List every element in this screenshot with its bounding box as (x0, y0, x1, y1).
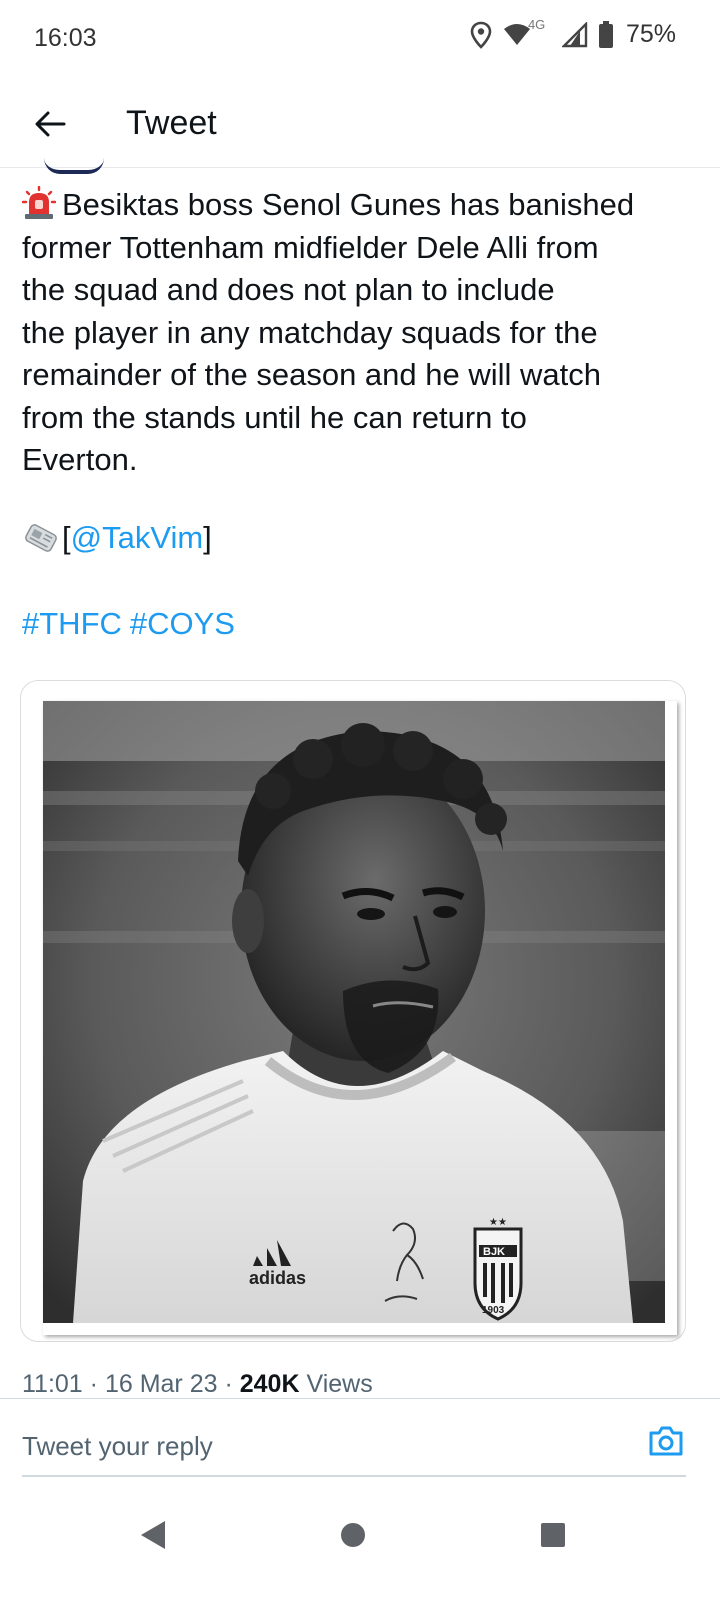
reply-bar: Tweet your reply (0, 1398, 720, 1478)
tweet-text: Besiktas boss Senol Gunes has banished f… (21, 184, 702, 482)
status-time: 16:03 (34, 24, 97, 52)
tweet-line: from the stands until he can return to (22, 399, 527, 435)
battery-icon (598, 20, 614, 49)
tweet-line: Besiktas boss Senol Gunes has banished (21, 184, 702, 227)
hashtag-link[interactable]: #THFC (22, 606, 122, 642)
nav-recents-icon (539, 1521, 567, 1554)
media-frame: adidas BJK 1903 ★★ (43, 701, 677, 1335)
badge-year: 1903 (482, 1305, 505, 1316)
tweet-media-card[interactable]: adidas BJK 1903 ★★ (20, 680, 686, 1342)
source-handle-link[interactable]: @TakVim (71, 520, 204, 556)
hashtag-link[interactable]: #COYS (130, 606, 235, 642)
status-bar: 16:03 4G 75% (0, 0, 720, 76)
tweet-line: the squad and does not plan to include (22, 272, 555, 307)
system-nav-bar (0, 1490, 720, 1600)
nav-home-button[interactable] (328, 1512, 378, 1562)
player-photo[interactable]: adidas BJK 1903 ★★ (43, 701, 665, 1323)
reply-input[interactable]: Tweet your reply (22, 1431, 213, 1462)
source-bracket-open: [ (62, 520, 71, 555)
cell-signal-icon (561, 21, 588, 48)
page-title: Tweet (126, 104, 217, 142)
tweet-line: remainder of the season and he will watc… (22, 357, 601, 392)
tweet-time: 11:01 (22, 1370, 83, 1398)
network-type-label: 4G (527, 16, 546, 32)
tweet-source: [ @TakVim ] (22, 520, 212, 556)
views-label[interactable]: Views (306, 1370, 372, 1398)
badge-label: BJK (483, 1246, 505, 1258)
arrow-left-icon (34, 110, 66, 143)
battery-percent: 75% (625, 20, 676, 48)
tweet-line: former Tottenham midfielder Dele Alli fr… (22, 229, 599, 265)
tweet-line: Everton. (22, 442, 138, 477)
hashtags: #THFC #COYS (22, 606, 235, 642)
views-count[interactable]: 240K (240, 1370, 300, 1398)
location-icon (470, 21, 492, 49)
nav-home-icon (339, 1521, 367, 1554)
source-bracket-close: ] (203, 520, 212, 555)
meta-separator: · (89, 1370, 98, 1398)
tweet-meta: 11:01 · 16 Mar 23 · 240K Views (22, 1370, 373, 1399)
camera-icon (648, 1426, 684, 1461)
police-siren-icon (21, 185, 57, 220)
meta-separator: · (224, 1370, 233, 1398)
nav-recents-button[interactable] (528, 1512, 578, 1562)
reply-underline (22, 1475, 686, 1477)
app-header: Tweet (0, 84, 720, 168)
newspaper-icon (22, 521, 60, 555)
back-button[interactable] (28, 104, 72, 148)
camera-button[interactable] (648, 1425, 688, 1465)
avatar[interactable] (44, 158, 104, 174)
status-icons: 4G 75% (470, 17, 676, 49)
svg-text:★★: ★★ (489, 1217, 507, 1228)
tweet-line: the player in any matchday squads for th… (22, 314, 598, 350)
wifi-icon: 4G (502, 17, 552, 49)
nav-back-icon (139, 1519, 167, 1556)
nav-back-button[interactable] (128, 1512, 178, 1562)
tweet-date: 16 Mar 23 (104, 1370, 218, 1398)
kit-brand-label: adidas (249, 1268, 306, 1288)
